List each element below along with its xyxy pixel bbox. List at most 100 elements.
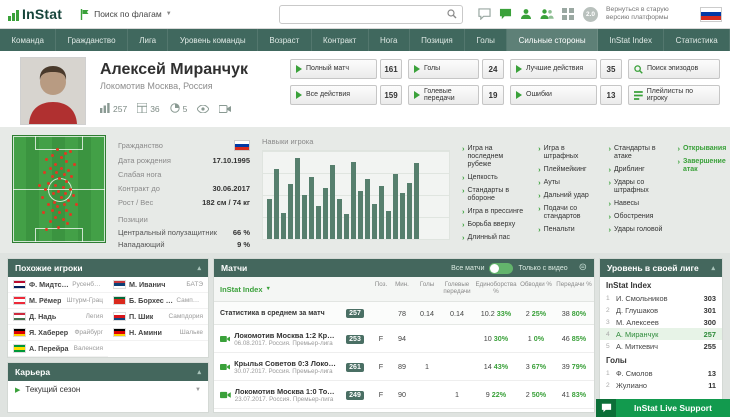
skill-link[interactable]: ›Завершение атак: [677, 158, 722, 174]
skill-link[interactable]: ›Стандарты в обороне: [462, 187, 528, 203]
language-flag-ru[interactable]: [700, 7, 722, 22]
similar-player[interactable]: М. РёмерШтурм-Грац: [8, 293, 108, 309]
skill-link[interactable]: ›Дальний удар: [538, 192, 598, 200]
instat-logo[interactable]: InStat: [8, 7, 62, 21]
video-button[interactable]: Голевые передачи19: [408, 85, 504, 105]
user-icon[interactable]: [519, 7, 533, 21]
video-button-count: 13: [600, 85, 622, 105]
sort-dropdown[interactable]: InStat Index ▼: [214, 285, 338, 294]
match-meta: 23.07.2017. Россия. Премьер-лига: [235, 396, 338, 403]
skill-link[interactable]: ›Пенальти: [538, 226, 598, 234]
skill-link-label: Подачи со стандартов: [544, 205, 599, 221]
league-player-name: Д. Глушаков: [616, 306, 700, 315]
skill-link[interactable]: ›Обострения: [609, 213, 668, 221]
similar-player[interactable]: Д. НадьЛегия: [8, 309, 108, 325]
video-button[interactable]: Все действия159: [290, 85, 402, 105]
league-player-row[interactable]: 3М. Алексеев300: [600, 316, 722, 328]
play-icon: [296, 91, 302, 99]
nav-item[interactable]: Позиция: [410, 29, 465, 51]
similar-player-name: Я. Хаберер: [29, 328, 68, 337]
skill-link[interactable]: ›Игра в штрафных: [538, 145, 598, 161]
chevron-right-icon: ›: [677, 145, 680, 153]
video-button[interactable]: Ошибки13: [510, 85, 622, 105]
skill-link[interactable]: ›Цепкость: [462, 174, 528, 182]
skill-link[interactable]: ›Стандарты в атаке: [609, 145, 668, 161]
info-value: 30.06.2017: [212, 184, 250, 193]
skill-link[interactable]: ›Удары головой: [609, 226, 668, 234]
users-icon[interactable]: [540, 7, 554, 21]
skill-link[interactable]: ›Игра в прессинге: [462, 208, 528, 216]
match-row[interactable]: Локомотив Москва 1:0 Тосно23.07.2017. Ро…: [214, 381, 594, 409]
country-flag-icon: [113, 328, 126, 337]
nav-item[interactable]: Команда: [0, 29, 56, 51]
league-player-row[interactable]: 4А. Миранчук257: [600, 328, 722, 340]
league-player-row[interactable]: 2Д. Глушаков301: [600, 304, 722, 316]
video-button[interactable]: Голы24: [408, 59, 504, 79]
skill-link[interactable]: ›Плеймейкинг: [538, 166, 598, 174]
search-input[interactable]: [285, 8, 443, 20]
nav-item[interactable]: Нога: [369, 29, 410, 51]
collapse-icon[interactable]: ▴: [197, 368, 201, 376]
app: InStat Поиск по флагам ▼ 2.0 Вернуться в…: [0, 0, 730, 417]
eye-icon[interactable]: [197, 105, 209, 113]
similar-player[interactable]: Н. АминиШальке: [108, 325, 208, 341]
nav-item[interactable]: Лига: [128, 29, 169, 51]
skill-link[interactable]: ›Удары со штрафных: [609, 179, 668, 195]
nav-item[interactable]: Уровень команды: [168, 29, 258, 51]
skill-bar: [372, 204, 377, 239]
live-support-button[interactable]: InStat Live Support: [596, 399, 730, 417]
skill-link[interactable]: ›Ауты: [538, 179, 598, 187]
skill-link[interactable]: ›Длинный пас: [462, 234, 528, 242]
nav-item[interactable]: Голы: [465, 29, 507, 51]
nav-item[interactable]: Возраст: [258, 29, 312, 51]
match-row[interactable]: Локомотив Москва 1:2 Красн...06.08.2017.…: [214, 325, 594, 353]
skill-link-label: Навесы: [614, 200, 639, 208]
skill-link[interactable]: ›Навесы: [609, 200, 668, 208]
apps-grid-icon[interactable]: [561, 7, 575, 21]
similar-player[interactable]: Я. ХаберерФрайбург: [8, 325, 108, 341]
nav-item[interactable]: Статистика: [664, 29, 730, 51]
chat-icon[interactable]: [498, 7, 512, 21]
league-player-row[interactable]: 5А. Миткевич255: [600, 340, 722, 352]
skill-link[interactable]: ›Подачи со стандартов: [538, 205, 598, 221]
nav-item[interactable]: Контракт: [312, 29, 369, 51]
match-row[interactable]: Крылья Советов 0:3 Локомот...30.07.2017.…: [214, 353, 594, 381]
similar-player[interactable]: А. ПерейраВаленсия: [8, 341, 108, 357]
comment-icon[interactable]: [477, 7, 491, 21]
career-current-season[interactable]: ▶ Текущий сезон ▼: [8, 381, 208, 398]
league-player-row[interactable]: 1И. Смольников303: [600, 292, 722, 304]
similar-player-name: М. Рёмер: [29, 296, 61, 305]
skill-link[interactable]: ›Открывания: [677, 145, 722, 153]
collapse-icon[interactable]: ▴: [711, 264, 715, 272]
video-toggle[interactable]: [489, 263, 513, 274]
video-button[interactable]: Поиск эпизодов: [628, 59, 720, 79]
similar-player[interactable]: Б. Борхес Ферн.Сампдория: [108, 293, 208, 309]
position-name: Нападающий: [118, 240, 165, 249]
video-button[interactable]: Лучшие действия35: [510, 59, 622, 79]
video-button-count: 161: [380, 59, 402, 79]
video-icon[interactable]: [219, 105, 231, 113]
nav-item[interactable]: Сильные стороны: [507, 29, 598, 51]
league-player-row[interactable]: 2Жулиано11: [600, 379, 722, 391]
nav-item[interactable]: InStat Index: [598, 29, 664, 51]
similar-player[interactable]: М. ИваничБАТЭ: [108, 277, 208, 293]
league-player-row[interactable]: 1Ф. Смолов13: [600, 367, 722, 379]
video-button[interactable]: Плейлисты по игроку: [628, 85, 720, 105]
skill-link-label: Борьба вверху: [468, 221, 516, 229]
skill-link[interactable]: ›Борьба вверху: [462, 221, 528, 229]
position-percent: 9 %: [237, 240, 250, 249]
video-button-main: Все действия: [290, 85, 377, 105]
flag-search-menu[interactable]: Поиск по флагам ▼: [80, 9, 172, 20]
collapse-icon[interactable]: ▴: [197, 264, 201, 272]
similar-player[interactable]: Ф. МидтсьёРусенборг: [8, 277, 108, 293]
video-button[interactable]: Полный матч161: [290, 59, 402, 79]
nav-item[interactable]: Гражданство: [56, 29, 128, 51]
skill-link[interactable]: ›Игра на последнем рубеже: [462, 145, 528, 169]
chevron-right-icon: ›: [538, 179, 541, 187]
settings-icon[interactable]: ⊜: [579, 263, 587, 273]
heatmap-dot: [67, 169, 70, 172]
search-icon[interactable]: [447, 9, 457, 19]
similar-player[interactable]: П. ШикСампдория: [108, 309, 208, 325]
skill-link[interactable]: ›Дриблинг: [609, 166, 668, 174]
old-version-link[interactable]: Вернуться в старую версию платформы: [606, 6, 692, 22]
